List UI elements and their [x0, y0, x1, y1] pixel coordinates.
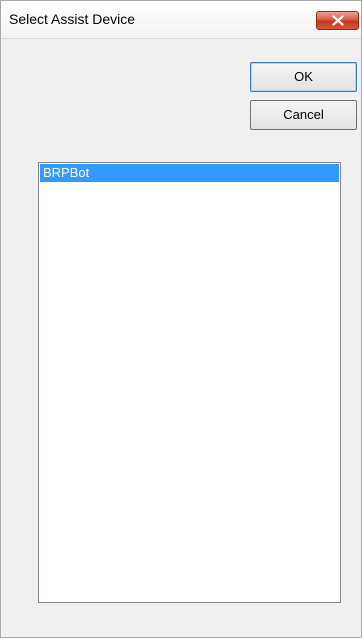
device-listbox[interactable]: BRPBot	[38, 162, 341, 603]
title-bar[interactable]: Select Assist Device	[1, 1, 361, 39]
dialog-window: Select Assist Device OK Cancel BRPBot	[0, 0, 362, 638]
close-button[interactable]	[316, 11, 359, 30]
device-list: BRPBot	[40, 164, 339, 182]
window-title: Select Assist Device	[9, 11, 136, 27]
cancel-button[interactable]: Cancel	[250, 100, 357, 130]
close-icon	[332, 15, 344, 26]
list-item[interactable]: BRPBot	[40, 164, 339, 182]
ok-button[interactable]: OK	[250, 62, 357, 92]
